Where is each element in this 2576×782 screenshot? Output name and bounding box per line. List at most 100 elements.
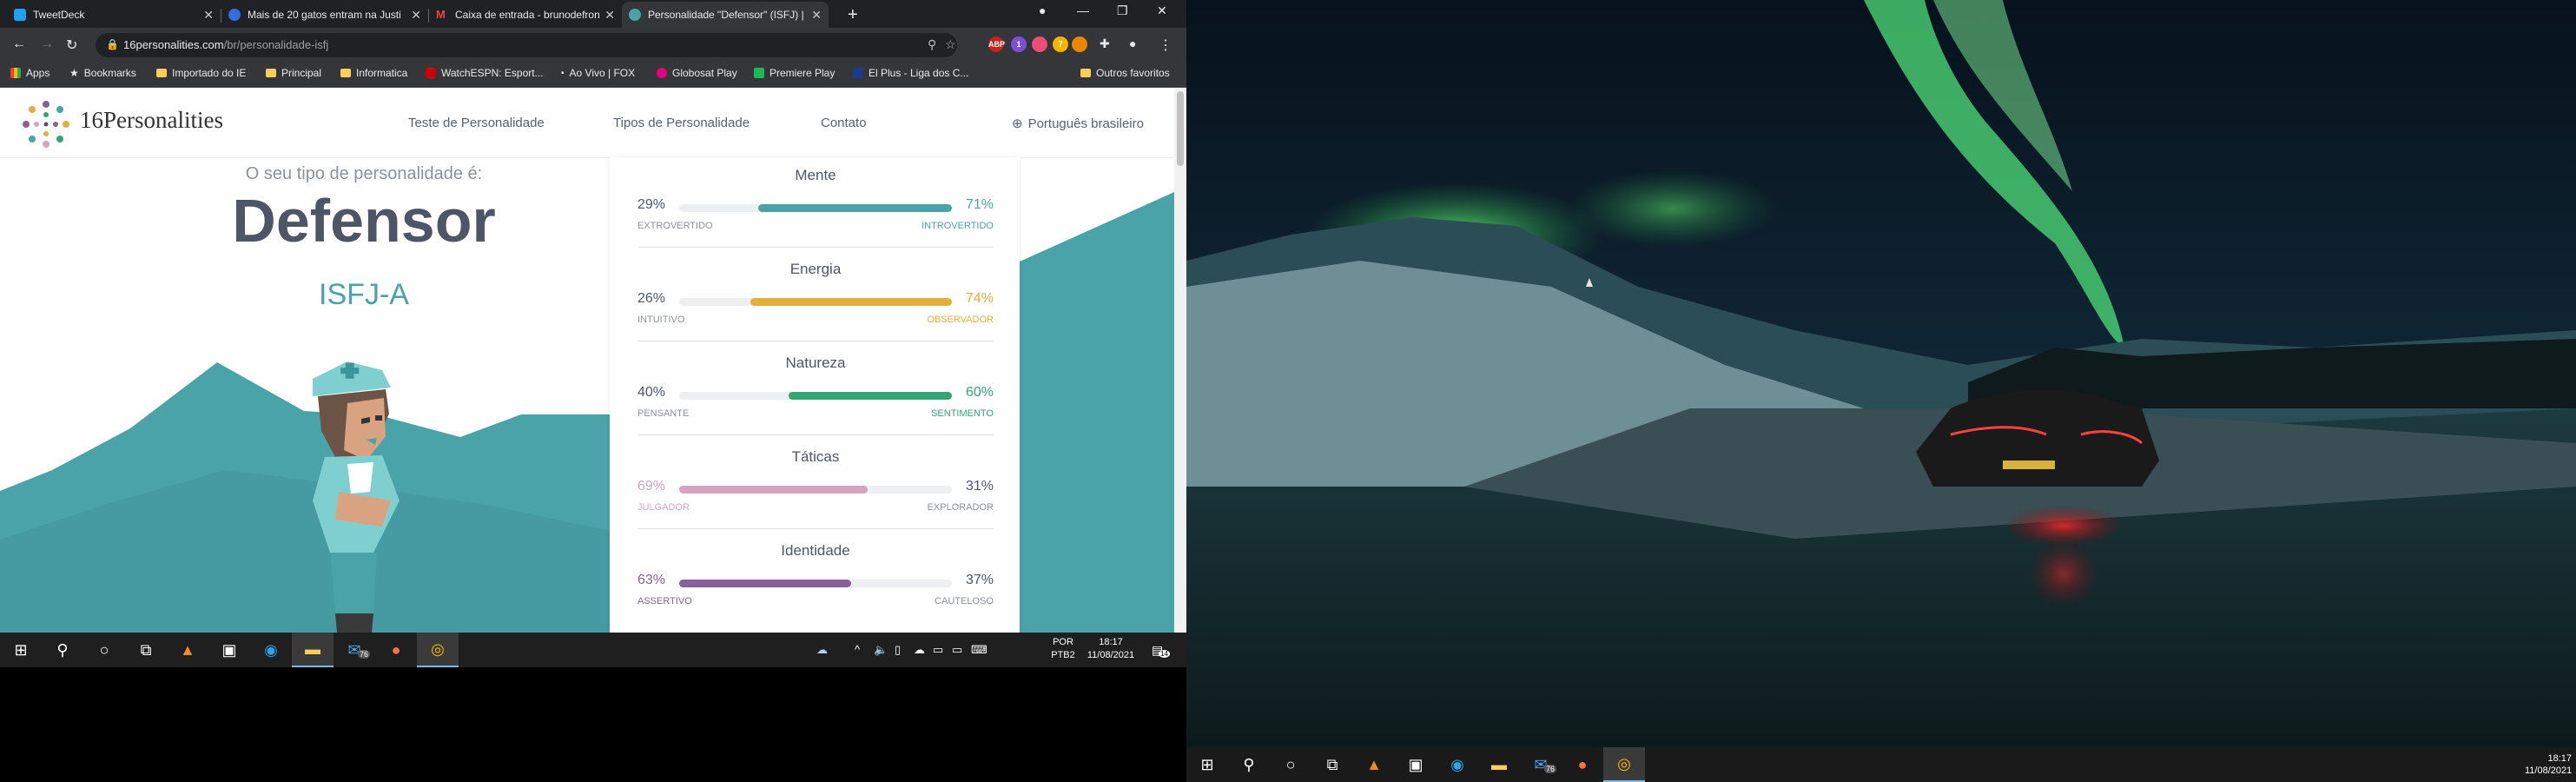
extension-badge-icon[interactable]: 1 [1011, 36, 1027, 52]
adblock-icon[interactable]: ABP [988, 36, 1005, 52]
language-selector[interactable]: ⊕ Português brasileiro [1012, 116, 1144, 131]
reload-button[interactable]: ↻ [66, 36, 77, 54]
folder-icon [156, 69, 167, 77]
tab-16personalities[interactable]: Personalidade "Defensor" (ISFJ) | ✕ [622, 2, 829, 28]
site-header: 16Personalities Teste de Personalidade T… [0, 88, 1174, 158]
volume-icon[interactable]: 🔈 [874, 643, 888, 657]
task-view-icon[interactable]: ⧉ [1311, 747, 1353, 782]
vlc-icon[interactable]: ▲ [1353, 747, 1395, 782]
bookmark-star-icon[interactable]: ☆ [945, 37, 956, 52]
minimize-button[interactable]: — [1077, 3, 1089, 17]
defender-character-illustration [313, 361, 400, 633]
bookmark-principal[interactable]: Principal [266, 67, 321, 79]
trait-name: Natureza [785, 355, 846, 371]
clock-right[interactable]: 18:17 11/08/2021 [2525, 752, 2572, 777]
profile-icon[interactable]: ● [1129, 36, 1136, 50]
bookmark-importado[interactable]: Importado do IE [156, 67, 246, 79]
trait-bar-fill [679, 580, 851, 587]
extension-icon[interactable] [1032, 36, 1047, 52]
forward-button[interactable]: → [40, 36, 54, 52]
address-bar[interactable]: 🔒 16personalities.com/br/personalidade-i… [96, 33, 957, 57]
url-text: 16personalities.com/br/personalidade-isf… [123, 38, 329, 51]
nav-tipos[interactable]: Tipos de Personalidade [613, 116, 750, 130]
trait-left-percent: 63% [637, 573, 666, 587]
apps-icon [10, 68, 21, 78]
nav-contato[interactable]: Contato [821, 116, 867, 130]
tab-news[interactable]: Mais de 20 gatos entram na Justi ✕ [221, 2, 428, 28]
bookmark-bookmarks[interactable]: ★ Bookmarks [69, 67, 136, 79]
close-tab-icon[interactable]: ✕ [411, 8, 421, 23]
browser-toolbar: ← → ↻ 🔒 16personalities.com/br/personali… [0, 28, 1186, 63]
app-icon[interactable]: ▣ [1395, 747, 1437, 782]
firefox-icon[interactable]: ● [1562, 747, 1603, 782]
task-view-icon[interactable]: ⧉ [125, 633, 167, 667]
onedrive-icon[interactable]: ☁ [816, 643, 828, 657]
trait-right-percent: 31% [965, 479, 994, 494]
page-scrollbar[interactable] [1174, 88, 1186, 633]
bookmark-fox[interactable]: • Ao Vivo | FOX [561, 67, 635, 79]
elplus-icon [853, 68, 863, 78]
bookmark-outros[interactable]: Outros favoritos [1080, 67, 1170, 79]
mail-icon[interactable]: ✉ 76 [1520, 747, 1562, 782]
bookmark-watchespn[interactable]: WatchESPN: Esport... [426, 67, 544, 79]
close-tab-icon[interactable]: ✕ [203, 8, 214, 23]
chevron-up-icon[interactable]: ^ [855, 643, 860, 656]
file-explorer-icon[interactable]: ▬ [1478, 747, 1520, 782]
bookmark-informatica[interactable]: Informatica [340, 67, 407, 79]
edge-icon[interactable]: ◉ [1437, 747, 1478, 782]
firefox-icon[interactable]: ● [375, 633, 417, 667]
cloud-icon[interactable]: ☁ [914, 643, 925, 657]
desktop-wallpaper-aurora-car [1186, 0, 2576, 747]
nav-teste[interactable]: Teste de Personalidade [408, 116, 545, 130]
right-monitor: ⊞ ⚲ ○ ⧉ ▲ ▣ ◉ ▬ ✉ 76 ● ◎ 18:17 11/08/2021 [1186, 0, 2576, 782]
chrome-icon[interactable]: ◎ [417, 633, 459, 667]
mail-icon[interactable]: ✉ 76 [334, 633, 375, 667]
restore-button[interactable]: ❐ [1117, 3, 1128, 18]
close-window-button[interactable]: ✕ [1157, 3, 1167, 18]
app-icon[interactable]: ▣ [208, 633, 250, 667]
vlc-icon[interactable]: ▲ [167, 633, 208, 667]
fox-icon: • [561, 68, 565, 78]
network-icon[interactable]: ▭ [952, 643, 962, 657]
bookmark-premiere[interactable]: Premiere Play [754, 67, 835, 79]
site-logo[interactable]: 16Personalities [80, 107, 223, 134]
trait-left-percent: 40% [637, 385, 666, 400]
search-icon[interactable]: ⚲ [42, 633, 83, 667]
extensions-puzzle-icon[interactable]: ✚ [1100, 36, 1110, 51]
extension-counter-icon[interactable]: 7 [1053, 36, 1068, 52]
tab-tweetdeck[interactable]: TweetDeck ✕ [7, 2, 221, 28]
bookmark-globosat[interactable]: Globosat Play [657, 67, 737, 79]
gmail-icon: M [436, 8, 446, 21]
profile-dot-icon[interactable]: ● [1039, 3, 1046, 17]
chrome-icon[interactable]: ◎ [1603, 747, 1645, 782]
trait-left-percent: 29% [637, 197, 666, 212]
input-language[interactable]: POR PTB2 [1049, 636, 1077, 662]
bookmark-apps[interactable]: Apps [10, 67, 50, 79]
new-tab-button[interactable]: + [848, 5, 858, 25]
search-icon[interactable]: ⚲ [1228, 747, 1270, 782]
star-icon: ★ [69, 67, 79, 79]
folder-icon [266, 69, 276, 77]
keyboard-icon[interactable]: ⌨ [971, 643, 987, 657]
scrollbar-thumb[interactable] [1177, 91, 1184, 166]
16personalities-logo-icon[interactable] [21, 99, 71, 149]
file-explorer-icon[interactable]: ▬ [292, 633, 334, 667]
back-button[interactable]: ← [12, 36, 26, 52]
menu-dots-icon[interactable]: ⋮ [1159, 36, 1172, 54]
battery-icon[interactable]: ▭ [933, 643, 943, 657]
device-icon[interactable]: ▯ [895, 643, 901, 657]
windows-start-icon[interactable]: ⊞ [1186, 747, 1228, 782]
edge-icon[interactable]: ◉ [250, 633, 292, 667]
cortana-icon[interactable]: ○ [1270, 747, 1311, 782]
notification-center-icon[interactable]: ▤ 14 [1152, 643, 1170, 658]
search-icon[interactable]: ⚲ [928, 37, 936, 52]
bookmark-elplus[interactable]: El Plus - Liga dos C... [853, 67, 968, 79]
globosat-icon [657, 68, 667, 78]
extension-icon[interactable] [1072, 36, 1087, 52]
tab-gmail[interactable]: M Caixa de entrada - brunodefronte ✕ [429, 2, 622, 28]
clock[interactable]: 18:17 11/08/2021 [1080, 636, 1141, 662]
cortana-icon[interactable]: ○ [83, 633, 125, 667]
close-tab-icon[interactable]: ✕ [604, 8, 615, 23]
windows-start-icon[interactable]: ⊞ [0, 633, 42, 667]
close-tab-icon[interactable]: ✕ [811, 8, 822, 23]
